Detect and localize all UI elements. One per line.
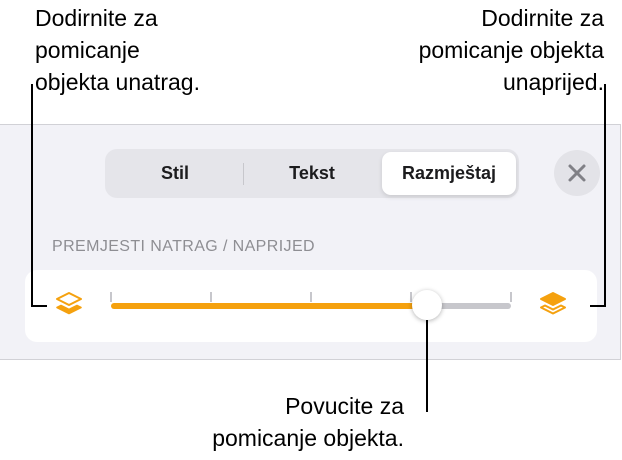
- close-icon: [568, 164, 586, 182]
- move-slider[interactable]: [110, 270, 512, 342]
- callout-line: pomicanje: [35, 37, 140, 63]
- close-button[interactable]: [554, 150, 600, 196]
- callout-move-forward: Dodirnite za pomicanje objekta unaprijed…: [419, 2, 604, 98]
- slider-tick: [310, 292, 312, 302]
- move-backward-button[interactable]: [53, 288, 85, 320]
- leader-line-front: [604, 84, 606, 306]
- layers-front-icon: [540, 292, 566, 315]
- leader-line-back-end: [31, 305, 47, 307]
- slider-track-filled: [111, 303, 427, 309]
- arrange-panel: Stil Tekst Razmještaj PREMJESTI NATRAG /…: [0, 124, 621, 360]
- slider-card: [25, 270, 597, 342]
- segment-divider: [243, 163, 244, 185]
- leader-line-drag: [426, 320, 428, 412]
- slider-tick: [110, 292, 112, 302]
- callout-line: Povucite za: [285, 393, 404, 419]
- slider-thumb[interactable]: [412, 290, 442, 320]
- slider-tick: [210, 292, 212, 302]
- callout-line: objekta unatrag.: [35, 69, 200, 95]
- callout-line: Dodirnite za: [481, 5, 604, 31]
- tab-style[interactable]: Stil: [108, 152, 242, 195]
- leader-line-front-end: [590, 305, 606, 307]
- move-forward-button[interactable]: [537, 288, 569, 320]
- layers-back-icon: [56, 292, 82, 315]
- callout-line: pomicanje objekta: [418, 37, 604, 63]
- tab-text[interactable]: Tekst: [245, 152, 379, 195]
- callout-line: Dodirnite za: [35, 5, 158, 31]
- callout-line: pomicanje objekta.: [212, 425, 404, 451]
- leader-line-back: [31, 84, 33, 306]
- slider-tick: [510, 292, 512, 302]
- callout-drag: Povucite za pomicanje objekta.: [212, 390, 404, 454]
- callout-move-backward: Dodirnite za pomicanje objekta unatrag.: [35, 2, 200, 98]
- section-label: PREMJESTI NATRAG / NAPRIJED: [52, 238, 315, 255]
- segmented-control: Stil Tekst Razmještaj: [105, 149, 519, 198]
- callout-line: unaprijed.: [502, 69, 604, 95]
- tab-arrange[interactable]: Razmještaj: [382, 152, 516, 195]
